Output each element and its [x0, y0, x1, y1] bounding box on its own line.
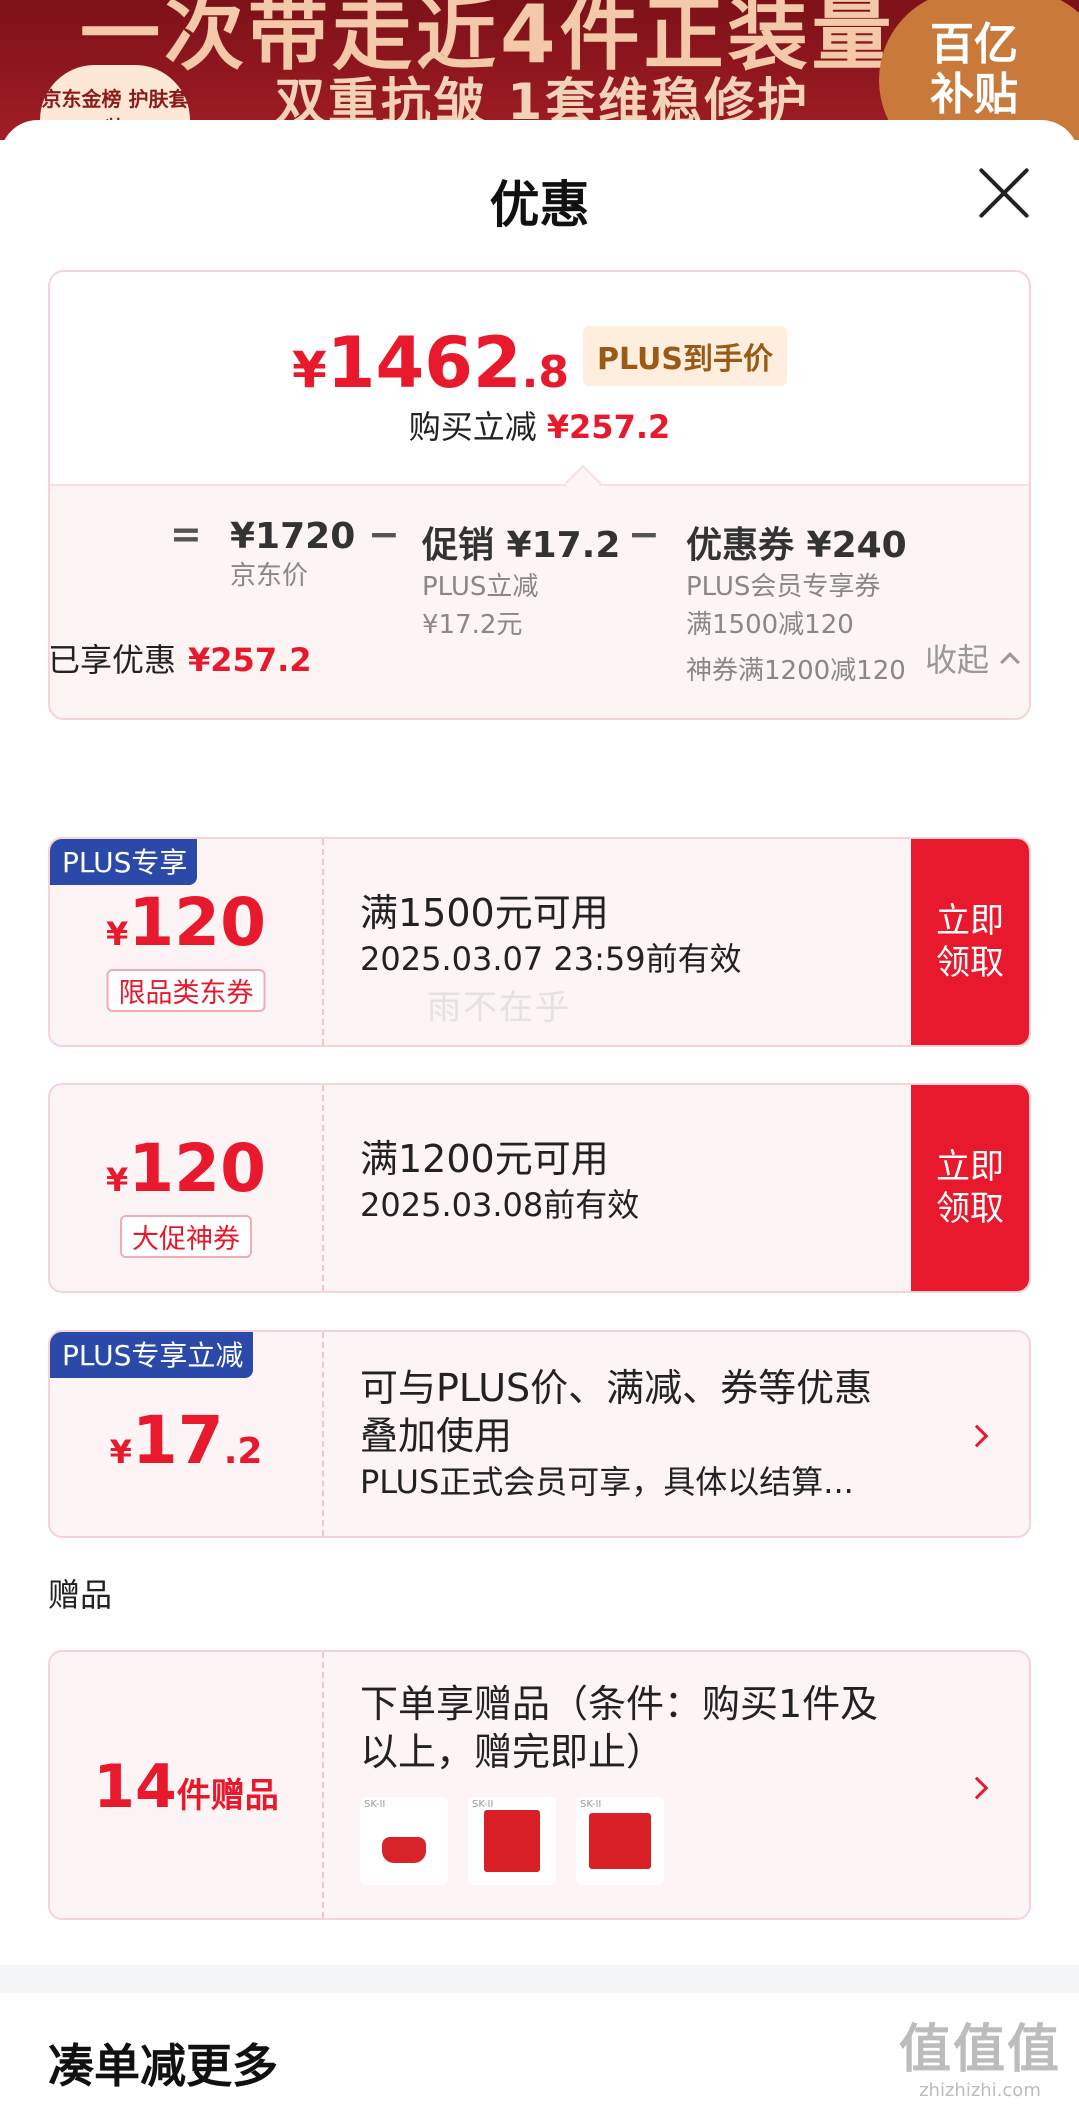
gift-count: 14件赠品	[50, 1652, 324, 1918]
site-watermark: 值值值 zhizhizhi.com	[899, 2020, 1061, 2101]
coupon-value: PLUS专享 ¥120 限品类东券	[50, 839, 324, 1045]
gift-thumbnail[interactable]: SK-II	[468, 1797, 556, 1885]
coupon-card: ¥120 大促神券 满1200元可用 2025.03.08前有效 立即 领取	[48, 1083, 1031, 1293]
gift-thumbnail[interactable]: SK-II	[576, 1797, 664, 1885]
coupon-info: 满1500元可用 2025.03.07 23:59前有效	[360, 889, 742, 981]
coupon-tag: PLUS专享	[50, 839, 198, 885]
coupon-expiry: 2025.03.08前有效	[360, 1186, 640, 1224]
chevron-right-icon	[965, 1424, 989, 1448]
price-breakdown: = ¥1720 京东价 − 促销 ¥17.2 PLUS立减 ¥17.2元 − 优…	[50, 484, 1029, 718]
product-banner: 一次带走近4件正装量 双重抗皱 1套维稳修护 京东金榜 护肤套装 百亿 补贴	[0, 0, 1079, 140]
plus-price-tag: PLUS到手价	[582, 326, 787, 386]
equals-sign: =	[170, 512, 202, 556]
breakdown-coupon: 优惠券 ¥240 PLUS会员专享券 满1500减120 神券满1200减120	[686, 516, 907, 690]
plus-discount-line1: 可与PLUS价、满减、券等优惠	[360, 1366, 873, 1410]
plus-discount-line3: PLUS正式会员可享，具体以结算...	[360, 1463, 854, 1501]
breakdown-sub: ¥17.2元	[422, 610, 523, 640]
gift-card[interactable]: 14件赠品 下单享赠品（条件：购买1件及 以上，赠完即止） SK-II SK-I…	[48, 1650, 1031, 1920]
gift-thumbnails: SK-II SK-II SK-II	[360, 1797, 664, 1885]
add-on-title: 凑单减更多	[48, 2039, 278, 2093]
breakdown-jd-price: ¥1720 京东价	[230, 516, 355, 595]
coupon-type-tag: 限品类东券	[106, 969, 266, 1012]
amount-symbol: ¥	[109, 1433, 132, 1471]
claim-label-line2: 领取	[936, 943, 1004, 983]
thumb-brand: SK-II	[580, 1799, 602, 1810]
breakdown-promotion: 促销 ¥17.2 PLUS立减 ¥17.2元	[422, 516, 620, 644]
coupon-amount: ¥120	[50, 884, 322, 961]
cream-jar-image	[382, 1837, 426, 1863]
gift-thumbnail[interactable]: SK-II	[360, 1797, 448, 1885]
coupon-expiry: 2025.03.07 23:59前有效	[360, 940, 742, 978]
plus-discount-card[interactable]: PLUS专享立减 ¥17.2 可与PLUS价、满减、券等优惠 叠加使用 PLUS…	[48, 1330, 1031, 1538]
minus-sign: −	[368, 512, 400, 556]
breakdown-main: 促销 ¥17.2	[422, 525, 621, 566]
gift-number: 14	[93, 1752, 177, 1822]
instant-discount-label: 购买立减	[408, 408, 537, 446]
final-price: ¥1462.8 PLUS到手价	[50, 322, 1029, 404]
chevron-up-icon	[1000, 652, 1020, 672]
claim-label-line1: 立即	[936, 1147, 1004, 1187]
subsidy-bottom: 补贴	[930, 69, 1018, 120]
plus-discount-value: PLUS专享立减 ¥17.2	[50, 1332, 324, 1536]
plus-discount-tag: PLUS专享立减	[50, 1332, 254, 1378]
price-symbol: ¥	[292, 341, 327, 399]
coupon-value: ¥120 大促神券	[50, 1085, 324, 1291]
gift-condition-line1: 下单享赠品（条件：购买1件及	[360, 1682, 879, 1726]
claim-coupon-button[interactable]: 立即 领取	[911, 839, 1029, 1045]
breakdown-main: 优惠券 ¥240	[686, 525, 907, 566]
chevron-right-icon	[965, 1776, 989, 1800]
coupon-number: 120	[128, 884, 267, 961]
enjoyed-discount-amount: ¥257.2	[188, 641, 312, 679]
site-watermark-logo: 值值值	[898, 2020, 1061, 2080]
collapse-label: 收起	[925, 641, 990, 679]
minus-sign: −	[628, 512, 660, 556]
claim-label-line1: 立即	[936, 901, 1004, 941]
plus-discount-amount: ¥17.2	[50, 1402, 322, 1479]
subsidy-top: 百亿	[930, 19, 1018, 70]
enjoyed-discount-label: 已享优惠	[48, 641, 177, 679]
coupon-symbol: ¥	[105, 1161, 129, 1199]
gift-section-label: 赠品	[48, 1576, 113, 1614]
coupon-number: 120	[128, 1130, 267, 1207]
plus-discount-line2: 叠加使用	[360, 1414, 513, 1458]
gift-unit: 件赠品	[176, 1776, 279, 1816]
coupon-amount: ¥120	[50, 1130, 322, 1207]
gift-count-text: 14件赠品	[50, 1752, 322, 1822]
breakdown-sub: 满1500减120	[686, 610, 854, 640]
gift-box-image	[484, 1810, 540, 1872]
plus-discount-info: 可与PLUS价、满减、券等优惠 叠加使用 PLUS正式会员可享，具体以结算...	[360, 1364, 872, 1504]
gift-info: 下单享赠品（条件：购买1件及 以上，赠完即止）	[360, 1680, 878, 1776]
watermark-text: 雨不在乎	[427, 988, 571, 1028]
close-icon[interactable]	[975, 165, 1031, 221]
breakdown-sub: 京东价	[230, 561, 309, 591]
enjoyed-discount: 已享优惠 ¥257.2	[48, 635, 312, 681]
site-watermark-url: zhizhizhi.com	[919, 2080, 1041, 2101]
coupon-condition: 满1200元可用	[360, 1137, 609, 1181]
gift-box-image	[589, 1813, 651, 1869]
instant-discount: 购买立减 ¥257.2	[50, 402, 1029, 448]
breakdown-sub: PLUS会员专享券	[686, 572, 881, 602]
breakdown-main: ¥1720	[230, 516, 356, 557]
claim-coupon-button[interactable]: 立即 领取	[911, 1085, 1029, 1291]
amount-decimal: .2	[223, 1431, 263, 1472]
section-divider	[0, 1965, 1079, 1993]
coupon-info: 满1200元可用 2025.03.08前有效	[360, 1135, 639, 1227]
claim-label-line2: 领取	[936, 1189, 1004, 1229]
thumb-brand: SK-II	[364, 1799, 386, 1810]
price-decimal: .8	[521, 347, 569, 398]
price-integer: 1462	[326, 322, 522, 404]
breakdown-sub: 神券满1200减120	[686, 656, 906, 686]
subsidy-badge: 百亿 补贴	[879, 0, 1079, 140]
breakdown-sub: PLUS立减	[422, 572, 539, 602]
thumb-brand: SK-II	[472, 1799, 494, 1810]
gift-condition-line2: 以上，赠完即止）	[360, 1730, 665, 1774]
sheet-title: 优惠	[489, 176, 590, 234]
collapse-button[interactable]: 收起	[925, 635, 1020, 681]
coupon-condition: 满1500元可用	[360, 891, 609, 935]
amount-integer: 17	[131, 1402, 224, 1479]
instant-discount-amount: ¥257.2	[546, 408, 671, 446]
coupon-type-tag: 大促神券	[120, 1215, 252, 1258]
coupon-symbol: ¥	[105, 915, 129, 953]
